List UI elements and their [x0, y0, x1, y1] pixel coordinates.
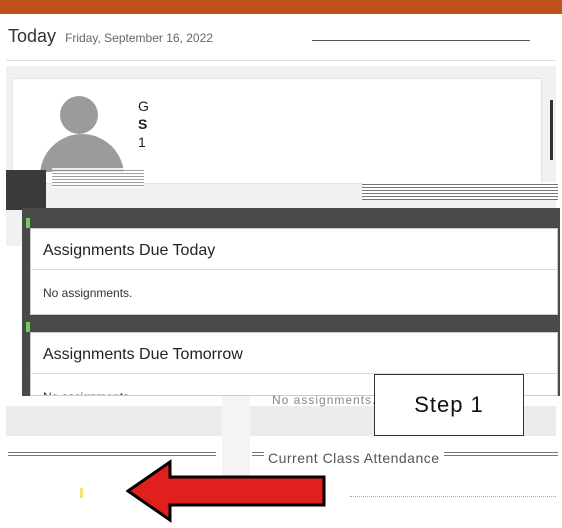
- profile-divider-lines: [362, 182, 558, 200]
- avatar-body: [40, 134, 124, 172]
- page-title: Today Friday, September 16, 2022: [8, 26, 213, 47]
- status-indicator: [26, 218, 30, 228]
- profile-scroll-edge: [550, 100, 553, 160]
- ghost-assignments-text: No assignments.: [272, 393, 377, 407]
- profile-name: G: [138, 98, 149, 114]
- header-bottom-border: [6, 60, 556, 61]
- profile-meta: 1: [138, 134, 146, 150]
- marker: [80, 488, 83, 498]
- profile-caption-artifact: [52, 168, 144, 188]
- app-top-bar: [0, 0, 562, 14]
- status-indicator: [26, 322, 30, 332]
- header-divider: [312, 40, 530, 41]
- today-date: Friday, September 16, 2022: [65, 31, 213, 45]
- today-label: Today: [8, 26, 57, 46]
- card-title[interactable]: Assignments Due Today: [31, 229, 557, 270]
- card-title[interactable]: Assignments Due Tomorrow: [31, 333, 557, 374]
- card-body: No assignments.: [43, 286, 133, 300]
- profile-subtitle: S: [138, 116, 148, 132]
- avatar-head: [60, 96, 98, 134]
- dotted-divider: [350, 496, 556, 498]
- assignments-today-card: Assignments Due Today No assignments.: [30, 228, 558, 315]
- left-arrow-icon: [126, 459, 326, 523]
- step-callout: Step 1: [374, 374, 524, 436]
- panel-corner: [6, 170, 46, 210]
- avatar[interactable]: [40, 92, 124, 172]
